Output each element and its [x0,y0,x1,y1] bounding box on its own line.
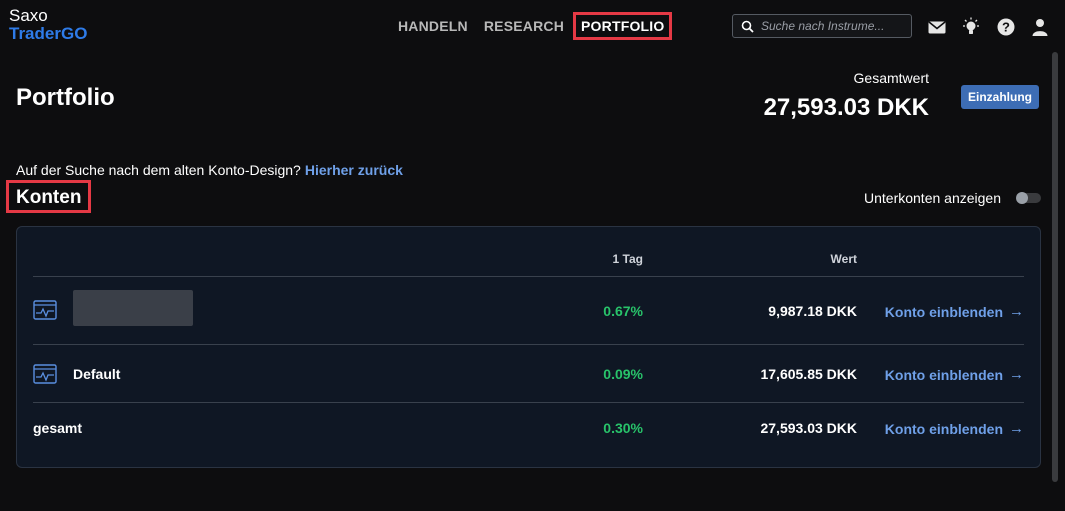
toggle-knob [1016,192,1028,204]
account-value: 17,605.85 DKK [760,366,857,382]
top-bar: Saxo TraderGO HANDELN RESEARCH PORTFOLIO [0,0,1065,52]
scrollbar[interactable] [1052,52,1058,482]
table-row[interactable]: 0.67% 9,987.18 DKK Konto einblenden → [33,278,1024,345]
day-change: 0.67% [603,303,643,319]
deposit-button[interactable]: Einzahlung [961,85,1039,109]
user-icon[interactable] [1030,17,1050,37]
table-row-total[interactable]: gesamt 0.30% 27,593.03 DKK Konto einblen… [33,403,1024,453]
show-account-link[interactable]: Konto einblenden → [885,366,1024,383]
day-change: 0.09% [603,366,643,382]
account-chart-icon [33,364,57,384]
search-input[interactable] [761,19,901,33]
mail-icon[interactable] [927,17,947,37]
total-value-label: Gesamtwert [853,70,929,86]
arrow-right-icon: → [1009,420,1024,437]
main-nav: HANDELN RESEARCH PORTFOLIO [390,12,673,40]
show-account-label: Konto einblenden [884,366,1003,383]
nav-handeln[interactable]: HANDELN [390,12,476,40]
redacted-account-name [73,290,193,326]
arrow-right-icon: → [1009,303,1024,320]
account-value: 9,987.18 DKK [768,303,857,319]
help-icon[interactable]: ? [996,17,1016,37]
subaccounts-toggle-label: Unterkonten anzeigen [864,190,1001,206]
table-header: 1 Tag Wert [33,251,1024,277]
total-value: 27,593.03 DKK [763,94,929,121]
accounts-table: 1 Tag Wert 0.67% 9,987.18 DKK Konto einb… [16,226,1041,468]
nav-portfolio[interactable]: PORTFOLIO [573,12,673,40]
table-row[interactable]: Default 0.09% 17,605.85 DKK Konto einble… [33,345,1024,403]
old-design-notice: Auf der Suche nach dem alten Konto-Desig… [16,162,403,178]
logo-line2: TraderGO [9,24,88,43]
column-header-value: Wert [830,252,857,266]
old-design-text: Auf der Suche nach dem alten Konto-Desig… [16,162,301,178]
subaccounts-toggle[interactable] [1016,192,1041,204]
accounts-section-title: Konten [6,180,92,213]
arrow-right-icon: → [1009,366,1024,383]
account-name: Default [73,366,121,382]
svg-text:?: ? [1002,20,1010,35]
day-change: 0.30% [603,420,643,436]
account-value: 27,593.03 DKK [760,420,857,436]
search-icon [741,20,754,33]
show-account-label: Konto einblenden [884,303,1003,320]
show-account-link[interactable]: Konto einblenden → [885,420,1024,437]
nav-research[interactable]: RESEARCH [476,12,572,40]
page-title: Portfolio [16,84,115,111]
search-box [732,14,912,38]
total-row-label: gesamt [33,420,83,436]
lightbulb-icon[interactable] [961,17,981,37]
old-design-link[interactable]: Hierher zurück [305,162,403,178]
logo-line1: Saxo [9,6,48,25]
account-chart-icon [33,300,57,320]
show-account-link[interactable]: Konto einblenden → [885,303,1024,320]
app-logo[interactable]: Saxo TraderGO [9,7,87,43]
column-header-day: 1 Tag [612,252,643,266]
show-account-label: Konto einblenden [884,420,1003,437]
